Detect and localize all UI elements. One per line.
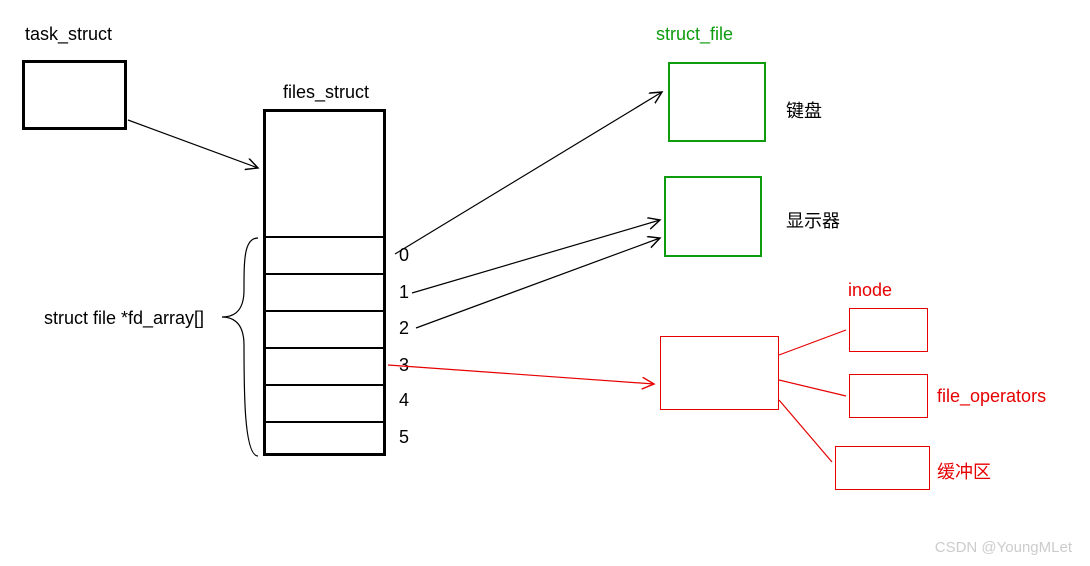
row-separator [266, 421, 383, 423]
struct-file-keyboard-box [668, 62, 766, 142]
file-operators-box [849, 374, 928, 418]
task-struct-box [22, 60, 127, 130]
task-struct-label: task_struct [25, 24, 112, 45]
fd-index-5: 5 [399, 427, 409, 448]
struct-file-label: struct_file [656, 24, 733, 45]
inode-label: inode [848, 280, 892, 301]
display-label: 显示器 [786, 207, 840, 233]
inode-box [849, 308, 928, 352]
buffer-box [835, 446, 930, 490]
struct-file-display-box [664, 176, 762, 257]
file-node-box [660, 336, 779, 410]
fd-index-4: 4 [399, 390, 409, 411]
fd-index-2: 2 [399, 318, 409, 339]
file-operators-label: file_operators [937, 386, 1046, 407]
keyboard-label: 键盘 [786, 97, 822, 123]
files-struct-box [263, 109, 386, 456]
row-separator [266, 310, 383, 312]
row-separator [266, 347, 383, 349]
row-separator [266, 236, 383, 238]
buffer-label: 缓冲区 [937, 458, 991, 484]
row-separator [266, 273, 383, 275]
fd-index-1: 1 [399, 282, 409, 303]
fd-array-label: struct file *fd_array[] [44, 308, 204, 329]
fd-index-3: 3 [399, 355, 409, 376]
row-separator [266, 384, 383, 386]
files-struct-label: files_struct [283, 82, 369, 103]
fd-index-0: 0 [399, 245, 409, 266]
watermark-label: CSDN @YoungMLet [935, 539, 1072, 556]
